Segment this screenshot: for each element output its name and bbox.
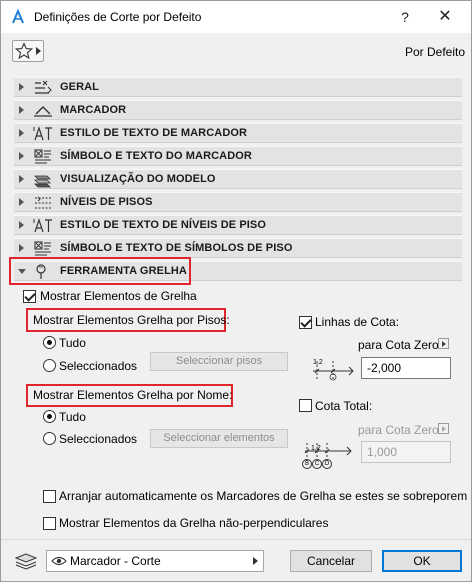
show-grid-elements-label: Mostrar Elementos de Grelha xyxy=(40,289,197,303)
star-icon xyxy=(15,42,33,60)
expand-arrow-icon xyxy=(19,198,24,206)
name-all-label: Tudo xyxy=(59,410,86,424)
story-levels-icon xyxy=(35,196,51,209)
show-grid-elements-checkbox[interactable] xyxy=(23,290,36,303)
section-label: ESTILO DE TEXTO DE MARCADOR xyxy=(60,127,248,139)
select-stories-button[interactable]: Seleccionar pisos xyxy=(150,352,288,371)
stories-selected-label: Seleccionados xyxy=(59,359,138,373)
select-elements-button[interactable]: Seleccionar elementos xyxy=(150,429,288,448)
symbol-text-icon xyxy=(34,241,51,256)
by-stories-heading: Mostrar Elementos Grelha por Pisos: xyxy=(33,313,230,327)
section-estilo-texto-niveis[interactable]: ESTILO DE TEXTO DE NÍVEIS DE PISO xyxy=(14,215,462,235)
by-name-heading: Mostrar Elementos Grelha por Nome: xyxy=(33,388,233,402)
stories-all-label: Tudo xyxy=(59,336,86,350)
dimension-zero-arrow[interactable] xyxy=(438,338,449,349)
layer-combo-value: Marcador - Corte xyxy=(70,554,161,568)
total-zero-input[interactable]: 1,000 xyxy=(361,441,451,463)
section-geral[interactable]: GERAL xyxy=(14,77,462,97)
section-default-settings-dialog: Definições de Corte por Defeito ? ✕ Por … xyxy=(0,0,472,582)
total-zero-label: para Cota Zero xyxy=(358,423,439,437)
chevron-right-icon xyxy=(253,557,258,565)
section-label: VISUALIZAÇÃO DO MODELO xyxy=(60,173,216,185)
name-selected-label: Seleccionados xyxy=(59,432,138,446)
title-bar: Definições de Corte por Defeito ? ✕ xyxy=(1,1,471,33)
stories-all-radio[interactable] xyxy=(43,336,56,349)
non-perpendicular-label: Mostrar Elementos da Grelha não-perpendi… xyxy=(59,516,329,530)
expand-arrow-icon xyxy=(19,106,24,114)
chevron-right-icon xyxy=(36,47,41,55)
section-visualizacao-modelo[interactable]: VISUALIZAÇÃO DO MODELO xyxy=(14,169,462,189)
close-button[interactable]: ✕ xyxy=(433,5,457,29)
total-zero-arrow[interactable] xyxy=(438,423,449,434)
dimension-preview-text: 1,2 xyxy=(313,359,323,366)
footer-divider xyxy=(1,539,471,540)
dimension-lines-checkbox[interactable] xyxy=(299,316,312,329)
dimension-zero-label: para Cota Zero xyxy=(358,338,439,352)
auto-arrange-checkbox[interactable] xyxy=(43,490,56,503)
section-label: ESTILO DE TEXTO DE NÍVEIS DE PISO xyxy=(60,219,267,231)
ok-button[interactable]: OK xyxy=(382,550,462,572)
section-label: NÍVEIS DE PISOS xyxy=(60,196,153,208)
symbol-text-icon xyxy=(34,149,51,164)
dimension-lines-label: Linhas de Cota: xyxy=(315,315,400,329)
general-settings-icon xyxy=(35,80,52,94)
section-label: MARCADOR xyxy=(60,104,127,116)
section-simbolo-texto-pisos[interactable]: SÍMBOLO E TEXTO DE SÍMBOLOS DE PISO xyxy=(14,238,462,258)
total-dimension-checkbox[interactable] xyxy=(299,399,312,412)
marker-icon xyxy=(34,106,52,117)
total-preview-text: 1,2 xyxy=(311,445,321,452)
layer-combo[interactable]: Marcador - Corte xyxy=(46,550,264,572)
cancel-button[interactable]: Cancelar xyxy=(290,550,372,572)
expand-arrow-icon xyxy=(19,152,24,160)
stories-selected-radio[interactable] xyxy=(43,359,56,372)
section-label: GERAL xyxy=(60,81,99,93)
section-estilo-texto-marcador[interactable]: ESTILO DE TEXTO DE MARCADOR xyxy=(14,123,462,143)
eye-icon xyxy=(51,556,67,566)
preset-name-label: Por Defeito xyxy=(405,45,466,59)
dimension-zero-input[interactable]: -2,000 xyxy=(361,357,451,379)
total-preview-marker-c: C xyxy=(312,459,322,469)
expand-arrow-icon xyxy=(19,175,24,183)
section-marcador[interactable]: MARCADOR xyxy=(14,100,462,120)
text-style-icon xyxy=(33,126,52,141)
help-button[interactable]: ? xyxy=(393,5,417,29)
archicad-app-icon xyxy=(12,9,24,24)
text-style-icon xyxy=(33,218,52,233)
model-display-icon xyxy=(34,175,51,188)
window-title: Definições de Corte por Defeito xyxy=(34,10,202,24)
name-all-radio[interactable] xyxy=(43,410,56,423)
layers-icon xyxy=(14,553,38,570)
section-simbolo-texto-marcador[interactable]: SÍMBOLO E TEXTO DO MARCADOR xyxy=(14,146,462,166)
highlight-grid-tool-section xyxy=(9,257,191,285)
non-perpendicular-checkbox[interactable] xyxy=(43,517,56,530)
total-preview-marker-b: B xyxy=(302,459,312,469)
name-selected-radio[interactable] xyxy=(43,432,56,445)
expand-arrow-icon xyxy=(19,129,24,137)
section-label: SÍMBOLO E TEXTO DO MARCADOR xyxy=(60,150,252,162)
favorites-button[interactable] xyxy=(12,40,44,62)
expand-arrow-icon xyxy=(19,83,24,91)
total-dimension-label: Cota Total: xyxy=(315,399,373,413)
expand-arrow-icon xyxy=(19,244,24,252)
section-niveis-pisos[interactable]: NÍVEIS DE PISOS xyxy=(14,192,462,212)
expand-arrow-icon xyxy=(19,221,24,229)
section-label: SÍMBOLO E TEXTO DE SÍMBOLOS DE PISO xyxy=(60,242,293,254)
total-preview-marker-d: D xyxy=(322,459,332,469)
dimension-lines-preview-icon xyxy=(313,361,354,381)
auto-arrange-label: Arranjar automaticamente os Marcadores d… xyxy=(59,489,468,503)
